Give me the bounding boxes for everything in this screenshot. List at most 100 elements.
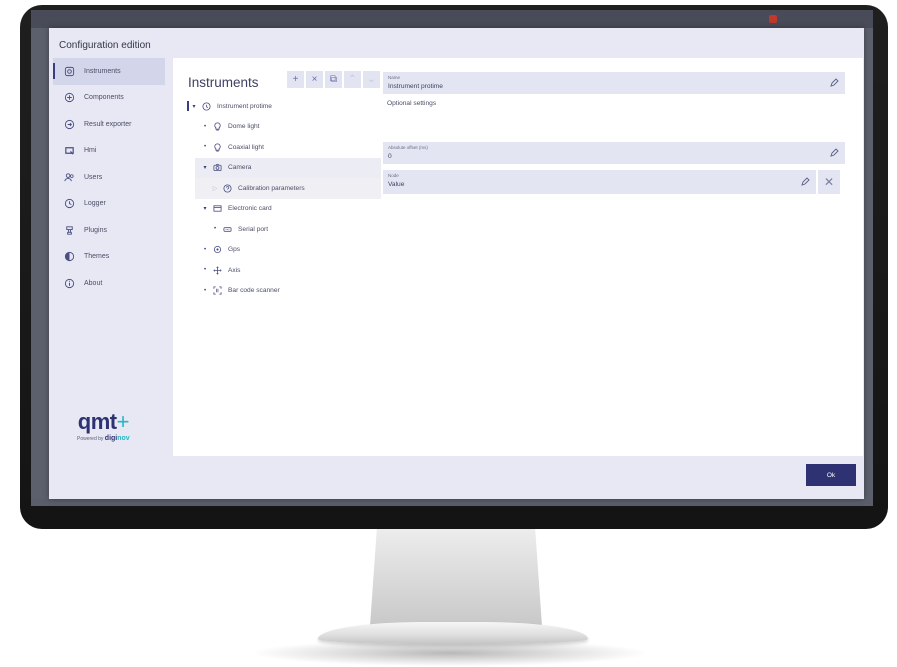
name-field-label: Name [388, 75, 401, 80]
name-field[interactable]: Name Instrument protime [383, 72, 845, 94]
tree-item-label: Dome light [228, 123, 260, 131]
card-icon [212, 204, 222, 214]
background-app-bottom [31, 499, 873, 506]
sidebar-item-components[interactable]: Components [53, 85, 165, 112]
bullet-icon: • [203, 144, 207, 151]
instrument-tree: ▾ Instrument protime • Dome light • Coax… [173, 96, 383, 301]
sidebar-item-label: Logger [84, 200, 106, 208]
sidebar-item-label: Users [84, 173, 103, 181]
sidebar-item-label: Hmi [84, 147, 97, 155]
bullet-icon: • [203, 267, 207, 274]
tree-item-axis[interactable]: • Axis [173, 260, 383, 281]
add-button[interactable]: + [287, 71, 304, 88]
bullet-icon: • [203, 123, 207, 130]
export-icon [63, 118, 75, 130]
absolute-offset-value: 0 [388, 153, 392, 160]
absolute-offset-field[interactable]: Absolute offset (ms) 0 [383, 142, 845, 164]
sidebar-item-label: About [84, 279, 103, 287]
bulb-icon [212, 142, 222, 152]
tree-item-label: Bar code scanner [228, 287, 280, 295]
edit-pencil-icon[interactable] [829, 148, 839, 158]
background-app-right [864, 28, 873, 499]
sidebar-item-instruments[interactable]: Instruments [53, 58, 165, 85]
logo-plus: + [116, 409, 130, 434]
tree-item-label: Serial port [238, 225, 269, 233]
users-icon [63, 171, 75, 183]
sidebar-item-themes[interactable]: Themes [53, 244, 165, 271]
remove-button[interactable]: × [306, 71, 323, 88]
sidebar-item-about[interactable]: About [53, 270, 165, 297]
barcode-icon [212, 286, 222, 296]
tree-item-electronic-card[interactable]: ▾ Electronic card [173, 199, 383, 220]
powered-by-text: Powered by [77, 436, 104, 442]
brand-name-b: nov [117, 435, 130, 442]
info-icon [63, 277, 75, 289]
tree-item-label: Calibration parameters [238, 184, 305, 192]
ok-button[interactable]: Ok [806, 464, 856, 486]
logo-text: qmt [77, 409, 117, 434]
tree-item-dome-light[interactable]: • Dome light [173, 117, 383, 138]
tree-item-instrument-protime[interactable]: ▾ Instrument protime [173, 96, 383, 117]
background-app-titlebar [31, 10, 873, 28]
dialog-title: Configuration edition [59, 40, 151, 51]
tree-item-camera[interactable]: ▾ Camera [195, 157, 381, 178]
tree-item-label: Axis [228, 266, 241, 274]
node-field-label: Node [388, 173, 399, 178]
move-down-button[interactable]: ⌄ [363, 71, 380, 88]
gps-icon [212, 245, 222, 255]
close-icon: ✕ [823, 175, 835, 189]
panel-title: Instruments [188, 75, 259, 90]
screen: Configuration edition Instruments Compon… [31, 10, 873, 506]
instrument-icon [201, 101, 211, 111]
sidebar: Instruments Components Result exporter H… [53, 58, 165, 438]
hmi-icon [63, 145, 75, 157]
sidebar-item-label: Themes [84, 253, 110, 261]
monitor-base [318, 622, 588, 644]
components-icon [63, 92, 75, 104]
bullet-icon: • [203, 246, 207, 253]
node-field-value: Value [388, 181, 405, 188]
monitor-stand [370, 528, 542, 626]
sidebar-item-plugins[interactable]: Plugins [53, 217, 165, 244]
edit-pencil-icon[interactable] [829, 78, 839, 88]
plugins-icon [63, 224, 75, 236]
tree-item-gps[interactable]: • Gps [173, 240, 383, 261]
configuration-dialog: Configuration edition Instruments Compon… [49, 28, 864, 499]
sidebar-item-users[interactable]: Users [53, 164, 165, 191]
sidebar-item-label: Plugins [84, 226, 107, 234]
instruments-panel: Instruments + × ⧉ ⌃ ⌄ ▾ Instrument proti… [173, 58, 863, 456]
bullet-icon: • [203, 287, 207, 294]
expand-icon[interactable]: ▷ [211, 185, 219, 192]
node-field[interactable]: Node Value [383, 170, 816, 194]
expand-icon[interactable]: ▾ [190, 103, 198, 110]
delete-node-button[interactable]: ✕ [818, 170, 840, 194]
tree-item-calibration-parameters[interactable]: ▷ Calibration parameters [195, 178, 381, 199]
sidebar-item-logger[interactable]: Logger [53, 191, 165, 218]
tree-item-serial-port[interactable]: • Serial port [173, 219, 383, 240]
tree-item-bar-code-scanner[interactable]: • Bar code scanner [173, 281, 383, 302]
move-up-button[interactable]: ⌃ [344, 71, 361, 88]
sidebar-item-result-exporter[interactable]: Result exporter [53, 111, 165, 138]
sidebar-item-hmi[interactable]: Hmi [53, 138, 165, 165]
name-field-value: Instrument protime [388, 83, 443, 90]
optional-settings-title: Optional settings [387, 100, 437, 107]
axis-icon [212, 265, 222, 275]
tree-item-label: Gps [228, 246, 241, 254]
expand-icon[interactable]: ▾ [201, 164, 209, 171]
sidebar-item-label: Result exporter [84, 120, 132, 128]
edit-pencil-icon[interactable] [800, 177, 810, 187]
expand-icon[interactable]: ▾ [201, 205, 209, 212]
brand-name-a: digi [104, 435, 118, 442]
tree-item-coaxial-light[interactable]: • Coaxial light [173, 137, 383, 158]
serial-port-icon [222, 224, 232, 234]
tree-item-label: Electronic card [228, 205, 272, 213]
instruments-icon [63, 65, 75, 77]
sidebar-item-label: Instruments [84, 67, 121, 75]
themes-icon [63, 251, 75, 263]
background-app-left [31, 28, 49, 499]
camera-icon [212, 163, 222, 173]
sidebar-item-label: Components [84, 94, 124, 102]
logger-icon [63, 198, 75, 210]
copy-button[interactable]: ⧉ [325, 71, 342, 88]
bullet-icon: • [213, 226, 217, 233]
